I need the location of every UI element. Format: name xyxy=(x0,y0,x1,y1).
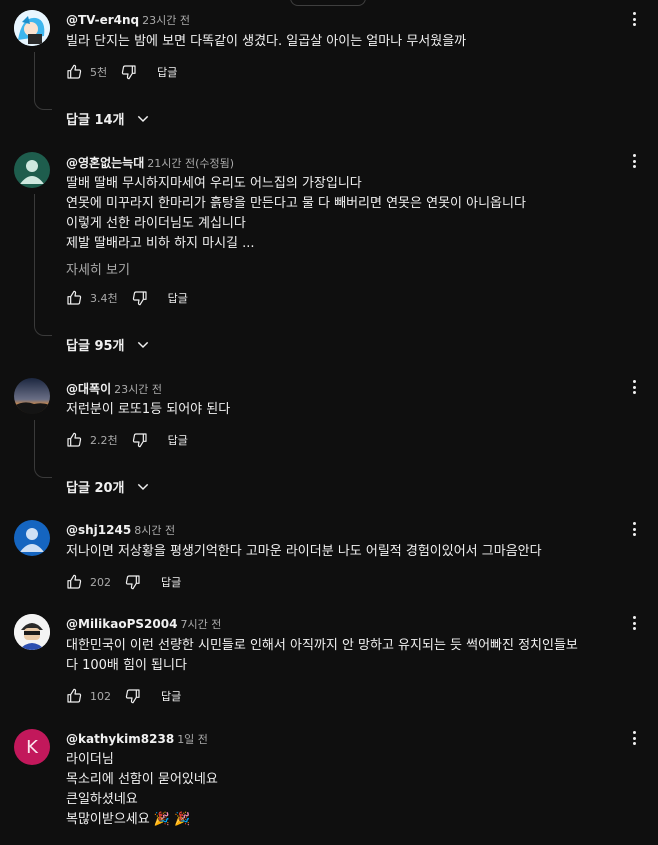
dislike-icon[interactable] xyxy=(121,64,137,80)
chevron-down-icon xyxy=(137,115,148,122)
comment-line: 딸배 딸배 무시하지마세여 우리도 어느집의 가장입니다 xyxy=(66,176,362,191)
like-icon[interactable] xyxy=(66,574,82,590)
avatar[interactable] xyxy=(14,614,50,650)
comment-header: @shj1245 8시간 전 xyxy=(66,522,175,538)
comment-line: 연못에 미꾸라지 한마리가 흙탕을 만든다고 물 다 빼버리면 연못은 연못이 … xyxy=(66,196,526,211)
sunset-photo-avatar xyxy=(14,378,50,414)
comment-line: 제발 딸배라고 비하 하지 마시길 ... xyxy=(66,236,255,251)
comment-header: @대폭이 23시간 전 xyxy=(66,380,162,397)
reply-button[interactable]: 답글 xyxy=(157,64,177,80)
dislike-icon[interactable] xyxy=(132,290,148,306)
comment-time[interactable]: 23시간 전 xyxy=(142,14,190,27)
comment-line: 다 100배 힘이 됩니다 xyxy=(66,658,187,673)
comment-line: 빌라 단지는 밤에 보면 다똑같이 생겼다. 일곱살 아이는 얼마나 무서웠을까 xyxy=(66,34,467,49)
author-name[interactable]: @대폭이 xyxy=(66,382,111,396)
comment-time[interactable]: 21시간 전(수정됨) xyxy=(147,157,234,170)
comment-time[interactable]: 23시간 전 xyxy=(114,383,162,396)
avatar[interactable] xyxy=(14,378,50,414)
like-icon[interactable] xyxy=(66,432,82,448)
default-user-icon xyxy=(20,160,44,184)
thread-line xyxy=(34,52,35,96)
more-actions-icon[interactable] xyxy=(626,379,642,395)
avatar[interactable]: K xyxy=(14,729,50,765)
dislike-icon[interactable] xyxy=(125,688,141,704)
comment-header: @TV-er4nq 23시간 전 xyxy=(66,12,190,28)
dislike-icon[interactable] xyxy=(125,574,141,590)
more-actions-icon[interactable] xyxy=(626,11,642,27)
thread-line xyxy=(34,420,35,464)
author-name[interactable]: @영혼없는늑대 xyxy=(66,156,144,170)
comment-text: 빌라 단지는 밤에 보면 다똑같이 생겼다. 일곱살 아이는 얼마나 무서웠을까 xyxy=(66,32,466,52)
like-icon[interactable] xyxy=(66,688,82,704)
comment-actions: 2.2천 답글 xyxy=(66,430,188,450)
view-replies-button[interactable]: 답글 95개 xyxy=(66,335,151,354)
chevron-down-icon xyxy=(137,341,148,348)
replies-count: 답글 20개 xyxy=(66,481,125,496)
comment-line: 라이더님 xyxy=(66,752,114,767)
avatar[interactable] xyxy=(14,10,50,46)
avatar-letter: K xyxy=(26,736,38,758)
thread-line xyxy=(34,464,52,478)
more-actions-icon[interactable] xyxy=(626,615,642,631)
thread-line xyxy=(34,194,35,322)
comment-header: @영혼없는늑대 21시간 전(수정됨) xyxy=(66,154,234,171)
like-count: 202 xyxy=(90,575,111,589)
chevron-down-icon xyxy=(137,483,148,490)
comment-text: 딸배 딸배 무시하지마세여 우리도 어느집의 가장입니다 연못에 미꾸라지 한마… xyxy=(66,174,526,254)
comment-line: 큰일하셨네요 xyxy=(66,792,138,807)
like-icon[interactable] xyxy=(66,290,82,306)
comment-line: 이렇게 선한 라이더님도 계십니다 xyxy=(66,216,246,231)
comment-text: 라이더님 목소리에 선함이 묻어있네요 큰일하셨네요 복많이받으세요 🎉 🎉 xyxy=(66,750,218,830)
top-edge-button[interactable] xyxy=(290,0,366,6)
thread-line xyxy=(34,96,52,110)
comment-actions: 3.4천 답글 xyxy=(66,288,188,308)
like-icon[interactable] xyxy=(66,64,82,80)
cartoon-avatar-icon xyxy=(14,10,50,46)
comment-header: @kathykim8238 1일 전 xyxy=(66,731,208,747)
reply-button[interactable]: 답글 xyxy=(161,688,181,704)
thread-line xyxy=(34,322,52,336)
comment-actions: 5천 답글 xyxy=(66,62,177,82)
comment-line: 저런분이 로또1등 되어야 된다 xyxy=(66,402,231,417)
like-count: 3.4천 xyxy=(90,292,118,305)
comment-line: 복많이받으세요 🎉 🎉 xyxy=(66,812,191,827)
comment-time[interactable]: 7시간 전 xyxy=(180,618,221,631)
comment-time[interactable]: 8시간 전 xyxy=(134,524,175,537)
reply-button[interactable]: 답글 xyxy=(168,432,188,448)
author-name[interactable]: @shj1245 xyxy=(66,523,131,537)
comment-actions: 202 답글 xyxy=(66,572,181,592)
comment-time[interactable]: 1일 전 xyxy=(177,733,208,746)
more-actions-icon[interactable] xyxy=(626,730,642,746)
reply-button[interactable]: 답글 xyxy=(168,290,188,306)
like-count: 5천 xyxy=(90,66,108,79)
comment-header: @MilikaoPS2004 7시간 전 xyxy=(66,616,221,632)
comment-line: 목소리에 선함이 묻어있네요 xyxy=(66,772,218,787)
replies-count: 답글 14개 xyxy=(66,113,125,128)
author-name[interactable]: @TV-er4nq xyxy=(66,13,139,27)
like-count: 2.2천 xyxy=(90,434,118,447)
comment-line: 대한민국이 이런 선량한 시민들로 인해서 아직까지 안 망하고 유지되는 듯 … xyxy=(66,638,578,653)
comment-text: 저런분이 로또1등 되어야 된다 xyxy=(66,400,230,420)
comment-line: 저나이면 저상황을 평생기억한다 고마운 라이더분 나도 어릴적 경험이있어서 … xyxy=(66,544,542,559)
author-name[interactable]: @kathykim8238 xyxy=(66,732,174,746)
comment-text: 저나이면 저상황을 평생기억한다 고마운 라이더분 나도 어릴적 경험이있어서 … xyxy=(66,542,542,562)
comment-text: 대한민국이 이런 선량한 시민들로 인해서 아직까지 안 망하고 유지되는 듯 … xyxy=(66,636,578,676)
replies-count: 답글 95개 xyxy=(66,339,125,354)
view-replies-button[interactable]: 답글 14개 xyxy=(66,109,151,128)
comment-actions: 102 답글 xyxy=(66,686,181,706)
more-actions-icon[interactable] xyxy=(626,521,642,537)
avatar[interactable] xyxy=(14,152,50,188)
cartoon-avatar-icon xyxy=(14,614,50,650)
avatar[interactable] xyxy=(14,520,50,556)
read-more-link[interactable]: 자세히 보기 xyxy=(66,259,130,278)
reply-button[interactable]: 답글 xyxy=(161,574,181,590)
dislike-icon[interactable] xyxy=(132,432,148,448)
like-count: 102 xyxy=(90,689,111,703)
view-replies-button[interactable]: 답글 20개 xyxy=(66,477,151,496)
default-user-icon xyxy=(20,528,44,552)
more-actions-icon[interactable] xyxy=(626,153,642,169)
author-name[interactable]: @MilikaoPS2004 xyxy=(66,617,177,631)
